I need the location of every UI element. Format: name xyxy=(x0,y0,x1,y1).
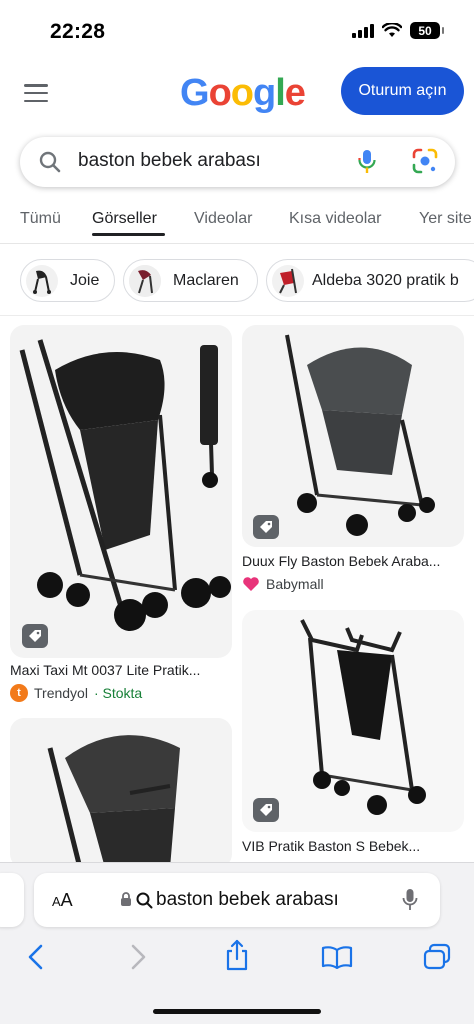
address-text[interactable]: baston bebek arabası xyxy=(156,889,339,911)
shopping-tag-icon xyxy=(22,624,48,648)
signal-icon xyxy=(352,23,374,38)
sign-in-button[interactable]: Oturum açın xyxy=(341,67,464,115)
source-name: Babymall xyxy=(266,576,324,592)
share-icon[interactable] xyxy=(224,939,250,971)
hamburger-menu-icon[interactable] xyxy=(24,84,48,102)
chip-thumbnail xyxy=(26,264,58,297)
tab-images[interactable]: Görseller xyxy=(92,210,157,228)
stroller-image xyxy=(47,735,180,868)
tab-videos[interactable]: Videolar xyxy=(194,210,252,228)
microphone-icon[interactable] xyxy=(402,888,418,912)
result-image-2[interactable] xyxy=(242,325,464,547)
back-icon[interactable] xyxy=(26,943,46,971)
tabs-icon[interactable] xyxy=(422,943,452,971)
babymall-favicon xyxy=(243,577,259,591)
chip-thumbnail xyxy=(129,264,161,297)
home-indicator xyxy=(153,1009,321,1014)
result-image-1[interactable] xyxy=(10,325,232,658)
shopping-tag-icon xyxy=(253,798,279,822)
address-bar[interactable]: AA baston bebek arabası xyxy=(34,873,440,927)
battery-icon: 50 xyxy=(410,22,444,39)
result-image-3[interactable] xyxy=(242,610,464,832)
result-source-2[interactable]: Babymall xyxy=(242,575,324,593)
chip-label: Joie xyxy=(70,271,100,289)
divider xyxy=(0,315,474,316)
search-tabs: Tümü Görseller Videolar Kısa videolar Ye… xyxy=(0,196,474,244)
chip-aldeba[interactable]: Aldeba 3020 pratik b xyxy=(266,259,474,302)
result-source-1[interactable]: t Trendyol · Stokta xyxy=(10,684,142,702)
browser-toolbar: AA baston bebek arabası xyxy=(0,862,474,1024)
voice-search-icon[interactable] xyxy=(357,149,377,175)
lock-icon xyxy=(121,892,131,906)
chip-maclaren[interactable]: Maclaren xyxy=(123,259,258,302)
previous-tab-preview[interactable] xyxy=(0,873,24,927)
tab-places[interactable]: Yer site xyxy=(419,210,472,228)
chip-thumbnail xyxy=(272,264,304,297)
trendyol-favicon: t xyxy=(10,684,28,702)
google-header: Google Oturum açın xyxy=(0,60,474,130)
result-title-2[interactable]: Duux Fly Baston Bebek Araba... xyxy=(242,553,440,569)
reader-options-button[interactable]: AA xyxy=(52,890,73,911)
tab-all[interactable]: Tümü xyxy=(20,210,61,228)
result-image-4[interactable] xyxy=(10,718,232,868)
google-logo[interactable]: Google xyxy=(180,72,306,115)
chip-label: Aldeba 3020 pratik b xyxy=(312,271,459,289)
battery-level: 50 xyxy=(418,23,432,38)
result-title-1[interactable]: Maxi Taxi Mt 0037 Lite Pratik... xyxy=(10,662,200,678)
stock-status: · Stokta xyxy=(93,685,143,701)
search-query[interactable]: baston bebek arabası xyxy=(78,150,261,172)
wifi-icon xyxy=(382,23,402,37)
chip-label: Maclaren xyxy=(173,271,239,289)
active-tab-indicator xyxy=(92,233,165,236)
stroller-image xyxy=(285,334,435,536)
forward-icon[interactable] xyxy=(128,943,148,971)
status-bar: 22:28 50 xyxy=(0,0,474,60)
source-name: Trendyol xyxy=(34,685,88,701)
search-icon xyxy=(39,151,61,173)
bookmarks-icon[interactable] xyxy=(321,945,353,969)
status-time: 22:28 xyxy=(50,20,106,43)
shopping-tag-icon xyxy=(253,515,279,539)
search-box[interactable]: baston bebek arabası xyxy=(20,137,455,187)
stroller-image xyxy=(19,339,231,631)
search-icon xyxy=(136,892,153,909)
google-lens-icon[interactable] xyxy=(412,148,438,174)
status-icons: 50 xyxy=(352,22,444,39)
result-title-3[interactable]: VIB Pratik Baston S Bebek... xyxy=(242,838,420,854)
chip-joie[interactable]: Joie xyxy=(20,259,115,302)
tab-short-videos[interactable]: Kısa videolar xyxy=(289,210,382,228)
